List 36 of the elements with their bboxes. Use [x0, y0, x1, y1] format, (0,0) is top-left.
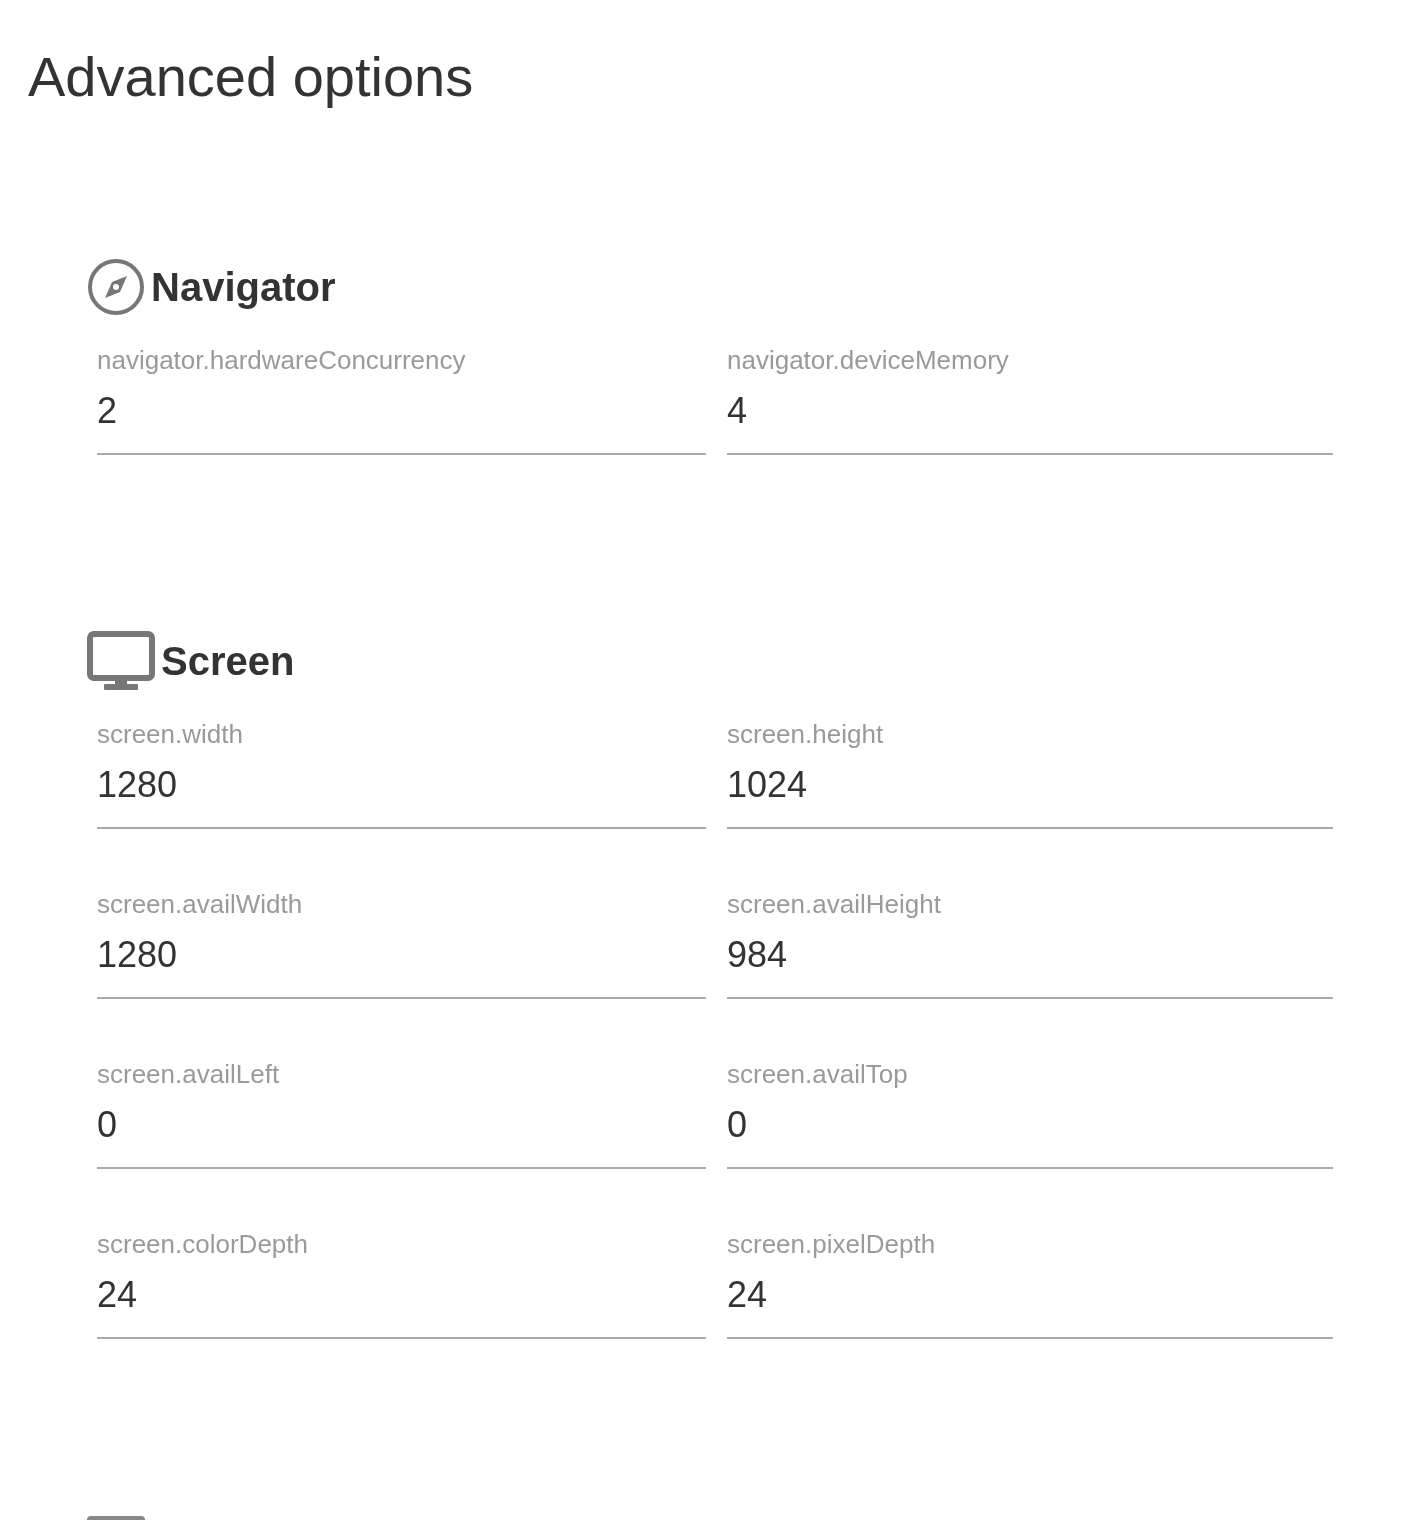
field-label: screen.pixelDepth	[727, 1229, 937, 1259]
field-value: 0	[727, 1103, 749, 1147]
field-value: 2	[97, 389, 119, 433]
field-label: screen.availHeight	[727, 889, 942, 919]
text-field[interactable]: navigator.deviceMemory 4	[727, 345, 1333, 455]
section-heading: Navigator	[151, 264, 336, 310]
field-value: 24	[97, 1273, 139, 1317]
text-field[interactable]: screen.availTop 0	[727, 1059, 1333, 1169]
field-value: 1024	[727, 763, 809, 807]
field-label: screen.availLeft	[97, 1059, 281, 1089]
field-value: 0	[97, 1103, 119, 1147]
field-label: navigator.hardwareConcurrency	[97, 345, 467, 375]
field-label: screen.availWidth	[97, 889, 304, 919]
field-label: screen.colorDepth	[97, 1229, 309, 1259]
field-value: 24	[727, 1273, 769, 1317]
text-field[interactable]: screen.height 1024	[727, 719, 1333, 829]
text-field[interactable]: screen.availHeight 984	[727, 889, 1333, 999]
text-field[interactable]: screen.pixelDepth 24	[727, 1229, 1333, 1339]
text-field[interactable]: screen.availWidth 1280	[97, 889, 706, 999]
field-label: screen.height	[727, 719, 885, 749]
compass-icon	[87, 258, 145, 316]
text-field[interactable]: screen.colorDepth 24	[97, 1229, 706, 1339]
text-field[interactable]: screen.availLeft 0	[97, 1059, 706, 1169]
field-label: screen.width	[97, 719, 244, 749]
field-value: 1280	[97, 763, 179, 807]
field-label: navigator.deviceMemory	[727, 345, 1010, 375]
page-title: Advanced options	[28, 44, 475, 110]
field-label: screen.availTop	[727, 1059, 909, 1089]
device-icon	[87, 1516, 145, 1520]
field-value: 4	[727, 389, 749, 433]
section-heading: Screen	[161, 638, 295, 684]
field-value: 984	[727, 933, 789, 977]
field-value: 1280	[97, 933, 179, 977]
text-field[interactable]: screen.width 1280	[97, 719, 706, 829]
text-field[interactable]: navigator.hardwareConcurrency 2	[97, 345, 706, 455]
monitor-icon	[87, 631, 155, 691]
